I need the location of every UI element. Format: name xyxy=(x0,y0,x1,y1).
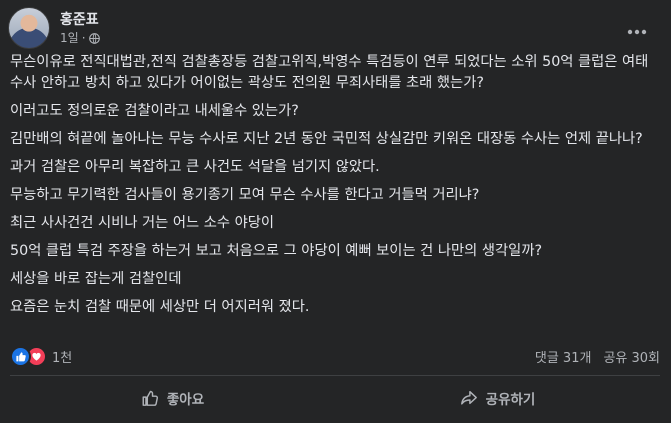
like-button-label: 좋아요 xyxy=(166,392,205,408)
post-paragraph: 과거 검찰은 아무리 복잡하고 큰 사건도 석달을 넘기지 않았다. xyxy=(10,159,380,175)
post-paragraph: 최근 사사건건 시비나 거는 어느 소수 야당이 xyxy=(10,215,275,231)
post-actions: 좋아요 공유하기 xyxy=(10,380,660,416)
post-meta: 1일 · xyxy=(60,30,100,46)
globe-icon[interactable] xyxy=(88,32,100,44)
thumbs-up-icon xyxy=(142,390,158,406)
author-block: 홍준표 1일 · xyxy=(60,11,100,46)
share-button[interactable]: 공유하기 xyxy=(335,380,660,416)
post-paragraph: 이러고도 정의로운 검찰이라고 내세울수 있는가? xyxy=(10,103,299,119)
facebook-post: 홍준표 1일 · 무슨이유로 전직대법관,전직 검찰총장등 검찰고위직,박영수 … xyxy=(0,0,671,423)
like-button[interactable]: 좋아요 xyxy=(10,380,335,416)
post-body: 무슨이유로 전직대법관,전직 검찰총장등 검찰고위직,박영수 특검등이 연루 되… xyxy=(10,52,660,325)
share-arrow-icon xyxy=(460,390,477,405)
post-paragraph: 무능하고 무기력한 검사들이 용기종기 모여 무슨 수사를 한다고 거들먹 거리… xyxy=(10,187,480,203)
reactions-summary[interactable]: 1천 xyxy=(10,345,72,367)
author-name[interactable]: 홍준표 xyxy=(60,11,100,29)
engagement-counts: 댓글 31개 공유 30회 xyxy=(523,347,660,366)
share-button-label: 공유하기 xyxy=(485,392,536,408)
divider xyxy=(10,375,660,376)
reaction-count[interactable]: 1천 xyxy=(52,347,72,366)
post-paragraph: 세상을 바로 잡는게 검찰인데 xyxy=(10,271,182,287)
like-reaction-icon xyxy=(10,345,31,367)
post-paragraph: 50억 클럽 특검 주장을 하는거 보고 처음으로 그 야당이 예뻐 보이는 건… xyxy=(10,243,543,259)
comment-count[interactable]: 댓글 31개 xyxy=(535,347,592,366)
more-options-button[interactable] xyxy=(619,14,655,50)
post-paragraph: 무슨이유로 전직대법관,전직 검찰총장등 검찰고위직,박영수 특검등이 연루 되… xyxy=(10,54,649,91)
post-paragraph: 김만배의 혀끝에 놀아나는 무능 수사로 지난 2년 동안 국민적 상실감만 키… xyxy=(10,131,643,147)
more-horizontal-icon xyxy=(627,29,647,35)
post-header: 홍준표 1일 · xyxy=(8,6,100,50)
share-count[interactable]: 공유 30회 xyxy=(603,347,660,366)
author-avatar[interactable] xyxy=(8,7,50,49)
post-time[interactable]: 1일 xyxy=(60,30,79,46)
post-paragraph: 요즘은 눈치 검찰 때문에 세상만 더 어지러워 졌다. xyxy=(10,299,310,315)
meta-separator: · xyxy=(81,30,86,45)
post-stats: 1천 댓글 31개 공유 30회 xyxy=(10,343,660,369)
